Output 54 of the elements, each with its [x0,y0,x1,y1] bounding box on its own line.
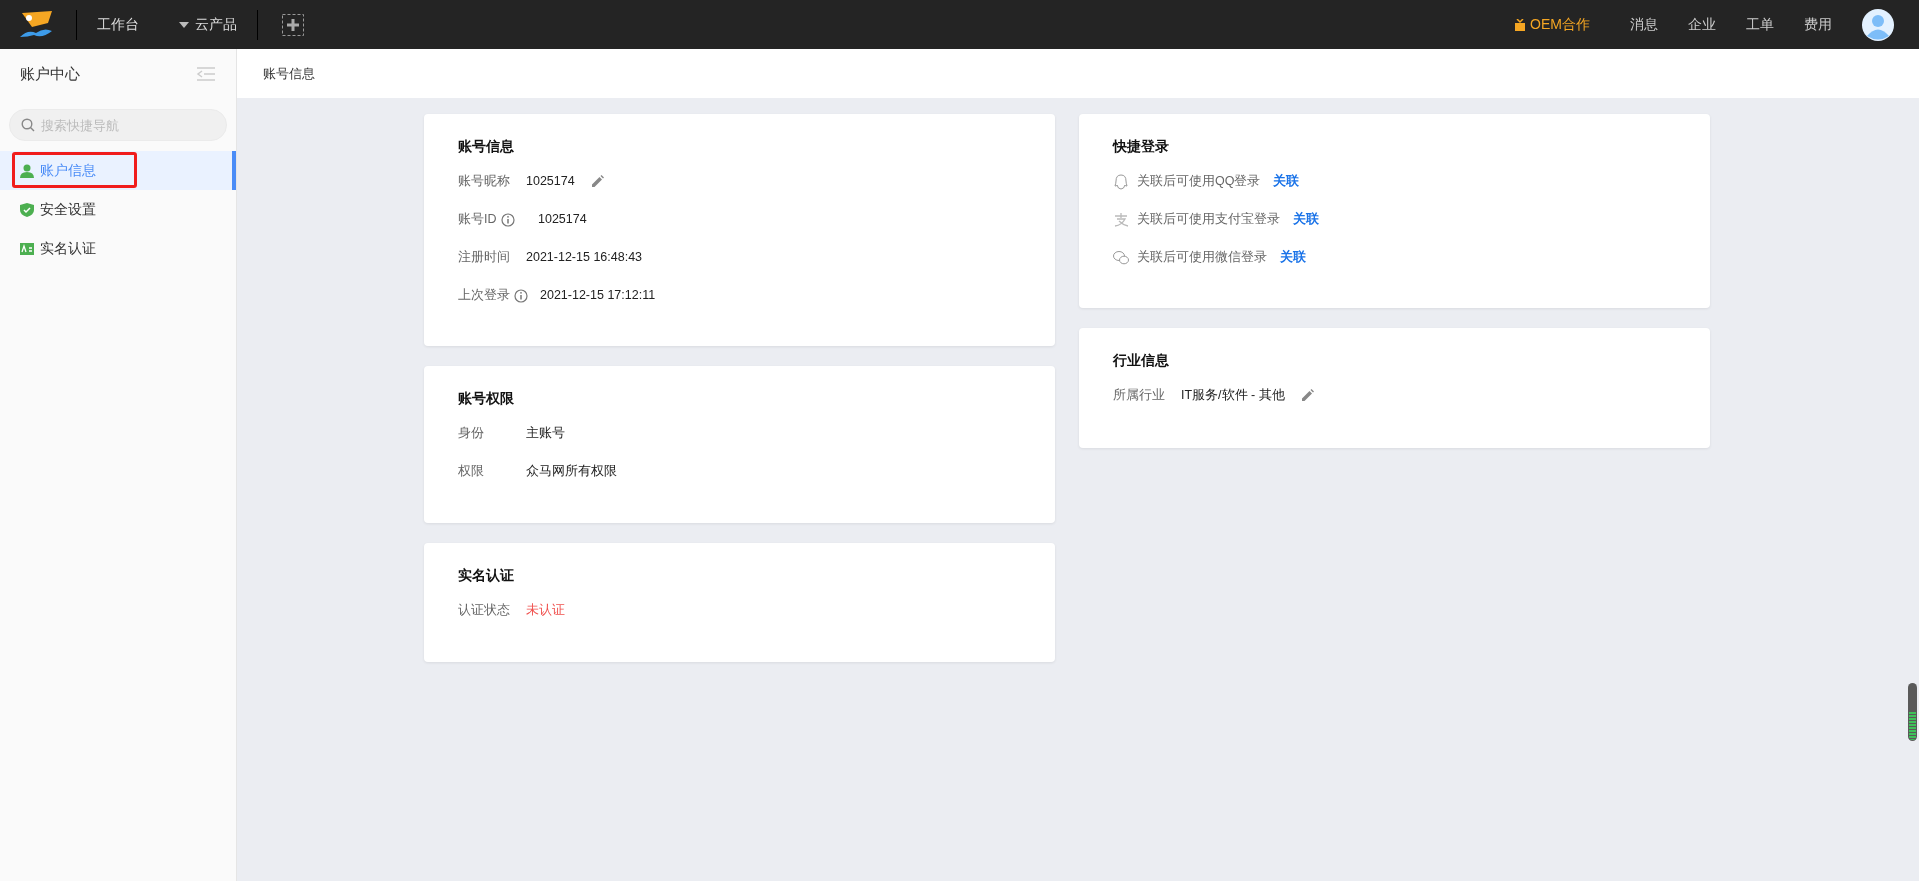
meter-widget-drawing [1908,683,1917,741]
bind-hint: 关联后可使用支付宝登录 [1137,211,1280,229]
penguin-icon [1113,173,1129,190]
card-title: 账号信息 [458,137,515,156]
nav-link[interactable]: 工单 [1746,14,1774,35]
card-title: 行业信息 [1113,351,1170,370]
alipay-icon [1113,211,1129,228]
bind-hint: 关联后可使用QQ登录 [1137,173,1261,191]
add-icon[interactable] [282,13,304,36]
nav-link[interactable]: 企业 [1688,14,1716,35]
field-value: 1025174 [538,211,587,229]
avatar-icon[interactable] [1862,8,1894,41]
field-value: 1025174 [526,173,575,191]
bind-link[interactable]: 关联 [1273,172,1300,191]
field-value: IT服务/软件 - 其他 [1181,387,1285,405]
user-icon [20,163,34,178]
nav-link[interactable]: 工作台 [77,0,159,49]
nav-link[interactable]: 消息 [1630,14,1658,35]
sidebar-title: 账户中心 [20,63,80,84]
page-title: 账号信息 [263,64,315,83]
bind-link[interactable]: 关联 [1280,248,1306,267]
field-label: 权限 [458,463,484,481]
shield-icon [20,202,34,217]
bind-hint: 关联后可使用微信登录 [1137,249,1267,267]
edit-icon[interactable] [590,175,604,188]
field-label: 上次登录 [458,287,510,305]
field-label: 认证状态 [458,602,510,620]
info-icon [514,288,528,303]
field-label: 账号ID [458,211,497,229]
field-value: 2021-12-15 16:48:43 [526,249,643,267]
status-value: 未认证 [526,602,565,620]
search-icon [21,118,35,132]
caret-icon [179,21,189,28]
field-label: 账号昵称 [458,173,510,191]
sidebar-item[interactable]: 安全设置 [0,190,236,229]
field-label: 所属行业 [1113,387,1165,405]
gift-icon [1514,18,1527,31]
bind-link[interactable]: 关联 [1293,210,1319,229]
oem-link[interactable]: OEM合作 [1514,14,1590,35]
field-value: 2021-12-15 17:12:11 [540,287,656,305]
card-title: 快捷登录 [1113,137,1170,156]
info-icon [500,212,515,227]
field-value: 主账号 [526,425,565,443]
card-title: 账号权限 [458,389,515,408]
nav-link[interactable]: 费用 [1804,14,1832,35]
id-card-icon [20,241,34,256]
products-menu[interactable]: 云产品 [159,0,257,49]
field-label: 注册时间 [458,249,510,267]
edit-icon[interactable] [1300,389,1314,402]
field-value: 众马网所有权限 [526,463,617,481]
chat-bubbles-icon [1113,249,1129,266]
card-title: 实名认证 [458,566,515,585]
sidebar-item[interactable]: 实名认证 [0,229,236,268]
field-label: 身份 [458,425,484,443]
